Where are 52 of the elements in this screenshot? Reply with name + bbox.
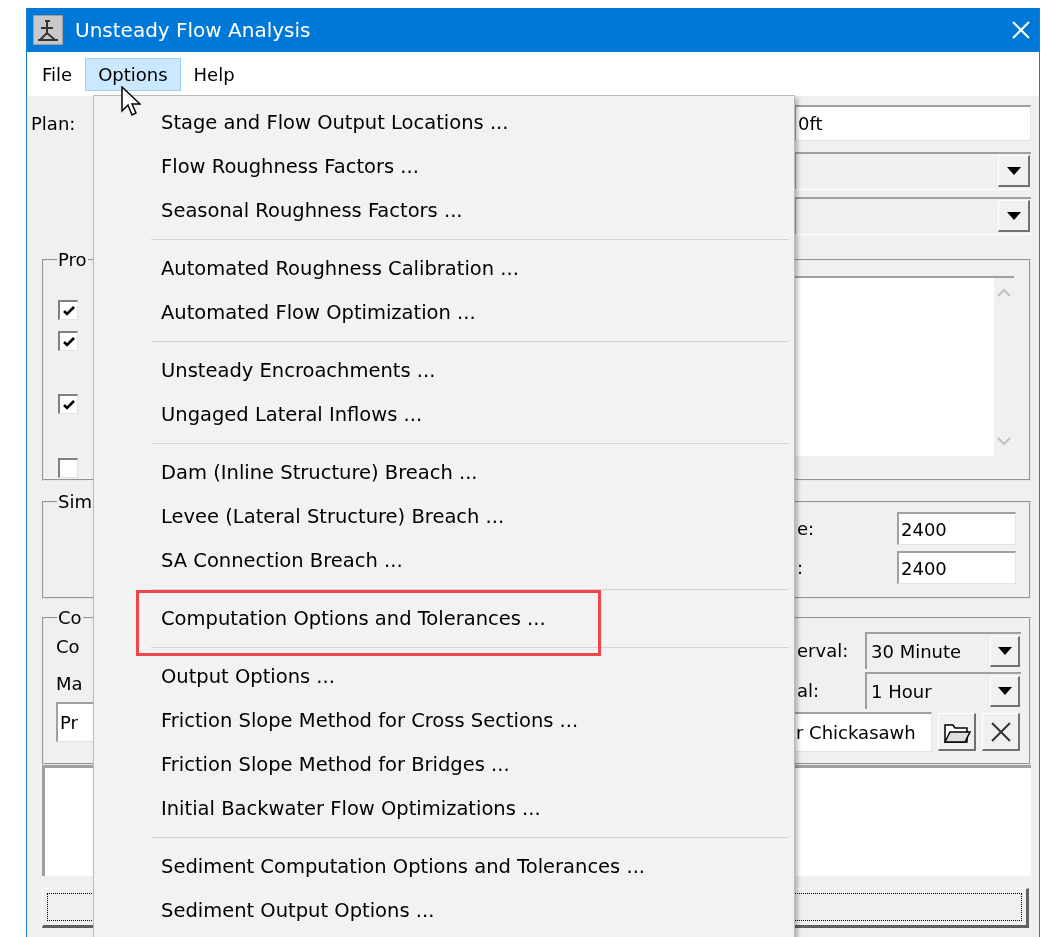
x-icon (988, 719, 1013, 744)
menu-item[interactable]: Dam (Inline Structure) Breach ... (161, 460, 478, 484)
checkbox[interactable] (58, 300, 78, 320)
field-label: erval: (797, 640, 849, 661)
close-icon[interactable] (1011, 20, 1031, 40)
caret-icon (997, 647, 1012, 655)
plan-field[interactable]: 0ft (794, 105, 1031, 141)
group-label: Co (57, 607, 83, 628)
menu-item[interactable]: Output Options ... (161, 664, 335, 688)
field-label: Ma (56, 673, 83, 694)
menu-item[interactable]: SA Connection Breach ... (161, 548, 403, 572)
caret-icon (997, 687, 1012, 695)
dropdown-field[interactable] (794, 197, 1031, 235)
menu-item[interactable]: Stage and Flow Output Locations ... (161, 110, 509, 134)
checkbox[interactable] (58, 458, 78, 478)
field-label: e: (797, 518, 815, 539)
caret-icon (1006, 211, 1021, 220)
field-label: : (797, 557, 804, 578)
menu-bar-item[interactable]: Options (85, 57, 181, 91)
checkbox[interactable] (58, 331, 78, 351)
menu-item[interactable]: Computation Options and Tolerances ... (161, 606, 546, 630)
menu-bar-item[interactable]: File (33, 57, 82, 91)
app-icon (33, 15, 63, 45)
menu-item[interactable]: Ungaged Lateral Inflows ... (161, 402, 423, 426)
menu-item[interactable]: Levee (Lateral Structure) Breach ... (161, 504, 505, 528)
menu-item[interactable]: Initial Backwater Flow Optimizations ... (161, 796, 541, 820)
interval-dropdown[interactable]: 30 Minute (865, 632, 1021, 669)
interval-dropdown[interactable]: 1 Hour (865, 672, 1021, 709)
plan-label: Plan: (30, 112, 76, 134)
caret-icon (1006, 166, 1021, 175)
menu-item[interactable]: Flow Roughness Factors ... (161, 154, 419, 178)
open-button[interactable] (938, 713, 976, 751)
number-field[interactable]: 2400 (897, 551, 1016, 584)
window-title: Unsteady Flow Analysis (75, 18, 312, 42)
group-label: Pro (57, 249, 88, 270)
group-label: Sim (57, 491, 93, 512)
menu-item[interactable]: Friction Slope Method for Bridges ... (161, 752, 510, 776)
menu-item[interactable]: Seasonal Roughness Factors ... (161, 198, 463, 222)
menu-item[interactable]: Friction Slope Method for Cross Sections ... (161, 708, 579, 732)
menu-item[interactable]: Automated Roughness Calibration ... (161, 256, 519, 280)
text-field[interactable]: Pr (56, 702, 96, 742)
menu-item[interactable]: Unsteady Encroachments ... (161, 358, 436, 382)
field-label: Co (56, 636, 80, 657)
field-label: al: (797, 680, 820, 701)
menu-item[interactable]: Sediment Computation Options and Tolerances ... (161, 854, 646, 878)
menu-item[interactable]: Automated Flow Optimization ... (161, 300, 476, 324)
file-field[interactable]: r Chickasawh (792, 712, 932, 752)
number-field[interactable]: 2400 (897, 512, 1016, 545)
dropdown-field[interactable] (794, 152, 1031, 190)
clear-button[interactable] (982, 713, 1020, 751)
menu-bar-item[interactable]: Help (184, 57, 244, 91)
checkbox[interactable] (58, 394, 78, 414)
